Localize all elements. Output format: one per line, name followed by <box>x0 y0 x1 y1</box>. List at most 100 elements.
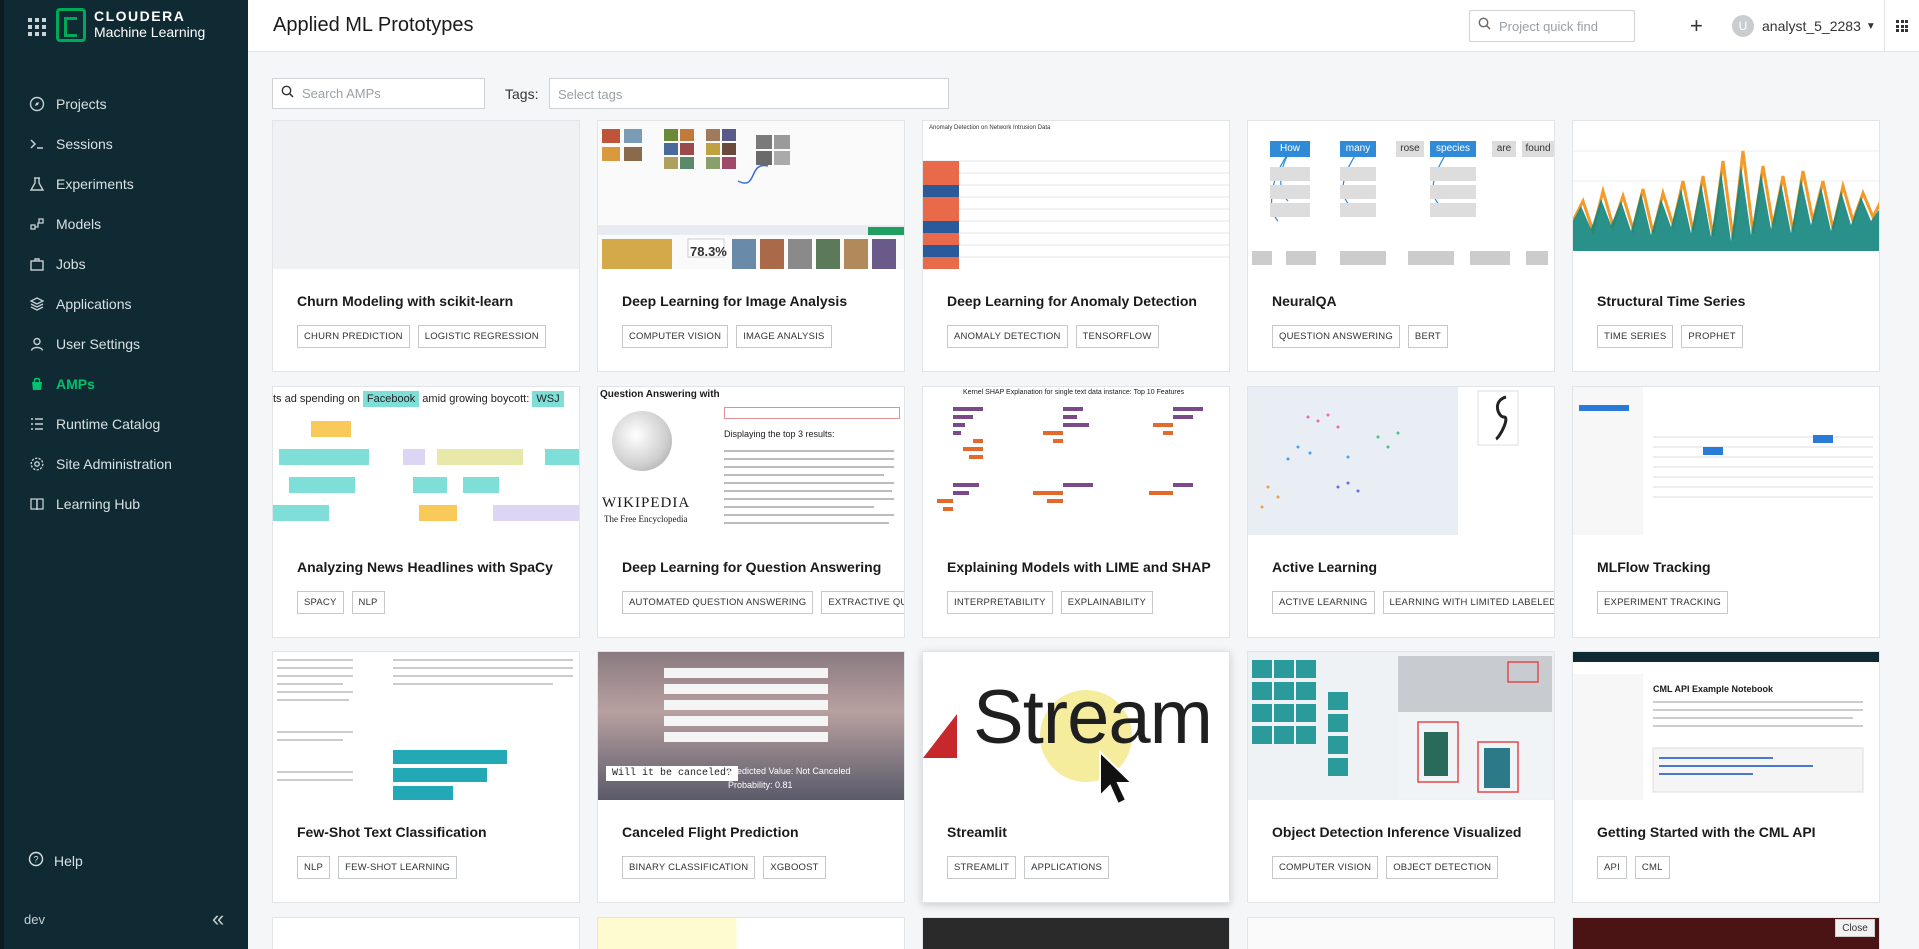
qa-results-text: Displaying the top 3 results: <box>724 429 835 439</box>
amp-thumbnail <box>598 918 904 949</box>
amp-card[interactable] <box>1247 917 1555 949</box>
amp-tag[interactable]: FEW-SHOT LEARNING <box>338 856 458 879</box>
amp-card[interactable]: CML API Example Notebook Getting Started… <box>1572 651 1880 903</box>
flight-question: Will it be canceled? <box>606 766 739 781</box>
amp-tag[interactable]: CML <box>1634 856 1670 879</box>
sidebar-item-label: Experiments <box>56 176 134 192</box>
amp-tag[interactable]: ANOMALY DETECTION <box>947 325 1068 348</box>
amp-tag[interactable]: BINARY CLASSIFICATION <box>622 856 756 879</box>
sidebar-item-projects[interactable]: Projects <box>4 84 248 124</box>
help-icon: ? <box>28 851 44 870</box>
amp-tag[interactable]: SPACY <box>297 591 344 614</box>
sidebar-item-user-settings[interactable]: User Settings <box>4 324 248 364</box>
amp-card[interactable]: Churn Modeling with scikit-learn CHURN P… <box>272 120 580 372</box>
amp-tag[interactable]: EXPLAINABILITY <box>1060 591 1154 614</box>
amp-tag[interactable]: CHURN PREDICTION <box>297 325 410 348</box>
amp-tag[interactable]: EXTRACTIVE QUESTI <box>821 591 904 614</box>
amp-card[interactable]: ts ad spending on Facebook amid growing … <box>272 386 580 638</box>
help-link[interactable]: ? Help <box>28 851 83 870</box>
amp-tag[interactable]: LEARNING WITH LIMITED LABELED DAT <box>1382 591 1554 614</box>
amp-title: Deep Learning for Question Answering <box>622 559 882 575</box>
amp-title: Deep Learning for Image Analysis <box>622 293 848 309</box>
amp-title: Getting Started with the CML API <box>1597 824 1816 840</box>
avatar: U <box>1732 15 1754 37</box>
sidebar-item-amps[interactable]: AMPs <box>4 364 248 404</box>
collapse-sidebar-icon[interactable]: « <box>212 906 224 932</box>
amp-title: MLFlow Tracking <box>1597 559 1711 575</box>
amp-card[interactable]: 78.3% Deep Learning for Image Analysis C… <box>597 120 905 372</box>
amp-tag[interactable]: BERT <box>1407 325 1448 348</box>
amp-tag[interactable]: API <box>1597 856 1627 879</box>
amp-title: Analyzing News Headlines with SpaCy <box>297 559 553 575</box>
amp-card[interactable]: Object Detection Inference Visualized CO… <box>1247 651 1555 903</box>
add-new-button[interactable]: + <box>1690 13 1703 39</box>
search-amps-input[interactable] <box>302 86 472 101</box>
sidebar-item-label: Applications <box>56 296 132 312</box>
amp-tag[interactable]: ACTIVE LEARNING <box>1272 591 1375 614</box>
grid-icon <box>1896 20 1908 32</box>
amp-tag[interactable]: TENSORFLOW <box>1075 325 1159 348</box>
sidebar-item-site-administration[interactable]: Site Administration <box>4 444 248 484</box>
sidebar-item-models[interactable]: Models <box>4 204 248 244</box>
sidebar-item-sessions[interactable]: Sessions <box>4 124 248 164</box>
amp-card[interactable]: Will it be canceled? Predicted Value: No… <box>597 651 905 903</box>
amp-card[interactable]: Active Learning ACTIVE LEARNING LEARNING… <box>1247 386 1555 638</box>
amp-tag[interactable]: NLP <box>351 591 385 614</box>
sidebar-item-jobs[interactable]: Jobs <box>4 244 248 284</box>
amp-tag[interactable]: NLP <box>297 856 331 879</box>
sidebar-item-learning-hub[interactable]: Learning Hub <box>4 484 248 524</box>
amp-tag[interactable]: INTERPRETABILITY <box>947 591 1053 614</box>
amp-thumbnail: Question Answering with WIKIPEDIA The Fr… <box>598 387 904 535</box>
amp-tag[interactable]: OBJECT DETECTION <box>1386 856 1499 879</box>
amp-card[interactable] <box>922 917 1230 949</box>
amp-card[interactable] <box>597 917 905 949</box>
amp-title: Object Detection Inference Visualized <box>1272 824 1522 840</box>
tags-label: Tags: <box>505 86 539 102</box>
amp-card[interactable]: Stream Streamlit STREAMLIT APPLICATIONS <box>922 651 1230 903</box>
amp-tags: STREAMLIT APPLICATIONS <box>947 856 1109 879</box>
wikipedia-wordmark: WIKIPEDIA <box>602 495 691 511</box>
amp-tag[interactable]: LOGISTIC REGRESSION <box>417 325 546 348</box>
amp-thumbnail <box>273 918 579 949</box>
amp-card[interactable] <box>272 917 580 949</box>
amp-tag[interactable]: PROPHET <box>1681 325 1743 348</box>
amp-tag[interactable]: APPLICATIONS <box>1024 856 1109 879</box>
few-shot-graphic <box>277 659 573 800</box>
amp-tags: TIME SERIES PROPHET <box>1597 325 1743 348</box>
amp-card[interactable]: Question Answering with WIKIPEDIA The Fr… <box>597 386 905 638</box>
quick-find-input[interactable] <box>1499 18 1629 34</box>
amp-card[interactable]: Kernel SHAP Explanation for single text … <box>922 386 1230 638</box>
user-menu[interactable]: U analyst_5_2283 ▼ <box>1732 15 1876 37</box>
amp-card[interactable]: Few-Shot Text Classification NLP FEW-SHO… <box>272 651 580 903</box>
amp-card[interactable]: Anomaly Detection on Network Intrusion D… <box>922 120 1230 372</box>
amp-card[interactable]: MLFlow Tracking EXPERIMENT TRACKING <box>1572 386 1880 638</box>
amp-thumbnail <box>273 121 579 269</box>
amp-tag[interactable]: QUESTION ANSWERING <box>1272 325 1400 348</box>
amp-thumbnail: CML API Example Notebook <box>1573 652 1879 800</box>
amp-card[interactable] <box>1572 917 1880 949</box>
amp-tag[interactable]: XGBOOST <box>763 856 826 879</box>
amp-search-box[interactable] <box>272 78 485 109</box>
brand-logo[interactable]: CLOUDERA Machine Learning <box>56 8 205 42</box>
tags-select[interactable]: Select tags <box>549 78 949 109</box>
amp-tag[interactable]: COMPUTER VISION <box>1272 856 1379 879</box>
amp-card[interactable]: How many rose species are found NeuralQA… <box>1247 120 1555 372</box>
apps-menu-button[interactable] <box>1884 0 1919 52</box>
amp-tags: EXPERIMENT TRACKING <box>1597 591 1728 614</box>
amp-tags: ANOMALY DETECTION TENSORFLOW <box>947 325 1159 348</box>
amp-thumbnail <box>1248 387 1554 535</box>
amp-tag[interactable]: AUTOMATED QUESTION ANSWERING <box>622 591 814 614</box>
amp-thumbnail: Anomaly Detection on Network Intrusion D… <box>923 121 1229 269</box>
amp-tag[interactable]: COMPUTER VISION <box>622 325 729 348</box>
close-button[interactable]: Close <box>1835 919 1875 937</box>
amp-tag[interactable]: STREAMLIT <box>947 856 1017 879</box>
amp-card[interactable]: Structural Time Series TIME SERIES PROPH… <box>1572 120 1880 372</box>
sidebar-item-experiments[interactable]: Experiments <box>4 164 248 204</box>
sidebar-item-runtime-catalog[interactable]: Runtime Catalog <box>4 404 248 444</box>
app-switcher-icon[interactable] <box>28 18 46 36</box>
sidebar-item-applications[interactable]: Applications <box>4 284 248 324</box>
amp-tag[interactable]: IMAGE ANALYSIS <box>736 325 832 348</box>
project-quick-find[interactable] <box>1469 10 1635 42</box>
amp-tag[interactable]: TIME SERIES <box>1597 325 1674 348</box>
amp-tag[interactable]: EXPERIMENT TRACKING <box>1597 591 1728 614</box>
